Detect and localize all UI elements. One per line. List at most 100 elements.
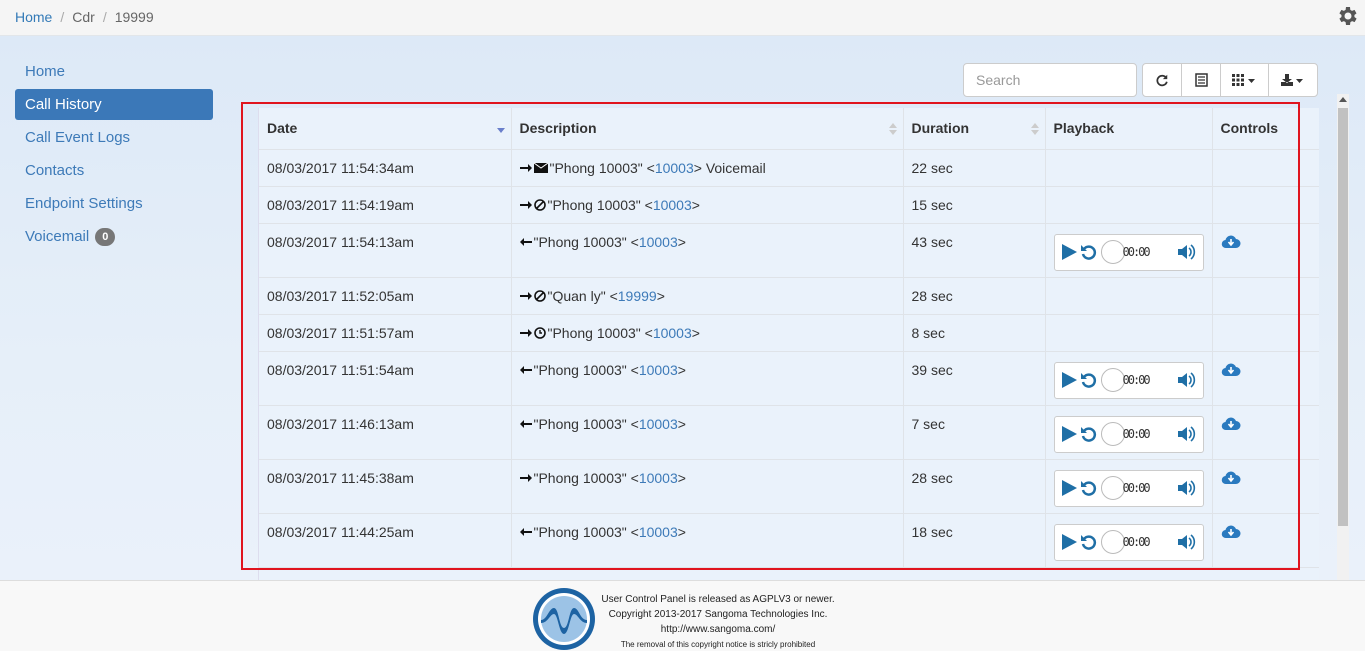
restart-icon[interactable] bbox=[1079, 370, 1099, 390]
gear-icon[interactable] bbox=[1335, 4, 1359, 28]
cell-playback bbox=[1045, 149, 1213, 187]
columns-grid-icon bbox=[1231, 74, 1255, 86]
extension-link[interactable]: 10003 bbox=[653, 197, 692, 213]
volume-icon[interactable] bbox=[1177, 243, 1197, 261]
scrollbar-thumb[interactable] bbox=[1338, 108, 1348, 526]
volume-icon[interactable] bbox=[1177, 371, 1197, 389]
seek-slider-handle[interactable] bbox=[1100, 368, 1125, 392]
restart-icon[interactable] bbox=[1079, 424, 1099, 444]
play-icon[interactable] bbox=[1059, 370, 1079, 390]
cloud-download-icon[interactable] bbox=[1221, 524, 1241, 540]
restart-icon[interactable] bbox=[1079, 242, 1099, 262]
cloud-download-icon[interactable] bbox=[1221, 234, 1241, 250]
cell-description: "Phong 10003" <10003 > bbox=[511, 223, 904, 278]
outbound-arrow-icon bbox=[519, 163, 532, 172]
seek-slider-handle[interactable] bbox=[1100, 422, 1125, 446]
cell-date: 08/03/2017 11:44:25am bbox=[259, 513, 512, 568]
extension-link[interactable]: 10003 bbox=[639, 470, 678, 486]
sidebar-item-contacts[interactable]: Contacts bbox=[15, 155, 213, 186]
seek-slider-handle[interactable] bbox=[1100, 476, 1125, 500]
cell-controls bbox=[1212, 149, 1319, 187]
seek-slider-handle[interactable] bbox=[1100, 530, 1125, 554]
column-header-playback: Playback bbox=[1045, 108, 1213, 150]
column-header-description[interactable]: Description bbox=[511, 108, 904, 150]
cell-duration: 43 sec bbox=[903, 223, 1046, 278]
export-button[interactable] bbox=[1268, 63, 1318, 97]
cell-controls bbox=[1212, 351, 1319, 406]
volume-icon[interactable] bbox=[1177, 533, 1197, 551]
inbound-arrow-icon bbox=[519, 237, 532, 246]
volume-icon[interactable] bbox=[1177, 479, 1197, 497]
sidebar-item-label: Call Event Logs bbox=[25, 129, 131, 146]
cloud-download-icon[interactable] bbox=[1221, 416, 1241, 432]
outbound-arrow-icon bbox=[519, 328, 532, 337]
columns-button[interactable] bbox=[1220, 63, 1269, 97]
sidebar-item-home[interactable]: Home bbox=[15, 56, 213, 87]
sangoma-logo bbox=[533, 588, 595, 650]
search-input[interactable] bbox=[963, 63, 1137, 97]
sidebar-item-label: Call History bbox=[25, 96, 102, 113]
cloud-download-icon[interactable] bbox=[1221, 362, 1241, 378]
outbound-arrow-icon bbox=[519, 291, 532, 300]
extension-link[interactable]: 10003 bbox=[653, 325, 692, 341]
restart-icon[interactable] bbox=[1079, 478, 1099, 498]
cell-controls bbox=[1212, 405, 1319, 460]
extension-link[interactable]: 10003 bbox=[639, 524, 678, 540]
toggle-view-button[interactable] bbox=[1181, 63, 1221, 97]
breadcrumb-home[interactable]: Home bbox=[15, 9, 52, 25]
extension-link[interactable]: 10003 bbox=[639, 416, 678, 432]
cell-playback bbox=[1045, 277, 1213, 315]
cell-playback bbox=[1045, 314, 1213, 352]
cell-controls bbox=[1212, 186, 1319, 224]
sort-desc-icon bbox=[496, 128, 505, 133]
cell-date: 08/03/2017 11:51:54am bbox=[259, 351, 512, 406]
play-icon[interactable] bbox=[1059, 532, 1079, 552]
cell-controls bbox=[1212, 314, 1319, 352]
cell-duration: 15 sec bbox=[903, 186, 1046, 224]
sidebar-item-voicemail[interactable]: Voicemail 0 bbox=[15, 221, 213, 252]
volume-icon[interactable] bbox=[1177, 425, 1197, 443]
extension-link[interactable]: 10003 bbox=[639, 234, 678, 250]
sidebar-item-call-history[interactable]: Call History bbox=[15, 89, 213, 120]
extension-link[interactable]: 10003 bbox=[639, 362, 678, 378]
inbound-arrow-icon bbox=[519, 527, 532, 536]
cell-controls bbox=[1212, 459, 1319, 514]
cell-date: 08/03/2017 11:45:38am bbox=[259, 459, 512, 514]
sidebar-item-call-event-logs[interactable]: Call Event Logs bbox=[15, 122, 213, 153]
cell-controls bbox=[1212, 277, 1319, 315]
outbound-arrow-icon bbox=[519, 473, 532, 482]
column-header-duration[interactable]: Duration bbox=[903, 108, 1046, 150]
table-row: 08/03/2017 11:52:05am "Quan ly" <19999 > … bbox=[259, 277, 1319, 315]
sidebar-item-endpoint-settings[interactable]: Endpoint Settings bbox=[15, 188, 213, 219]
playback-time: 00:00 bbox=[1122, 481, 1151, 495]
seek-slider-handle[interactable] bbox=[1100, 240, 1125, 264]
cell-duration: 18 sec bbox=[903, 513, 1046, 568]
playback-time: 00:00 bbox=[1122, 245, 1151, 259]
breadcrumb-separator: / bbox=[102, 9, 107, 25]
cell-description: "Phong 10003" <10003 > bbox=[511, 513, 904, 568]
table-row: 08/03/2017 11:45:38am "Phong 10003" <100… bbox=[259, 459, 1319, 514]
cloud-download-icon[interactable] bbox=[1221, 470, 1241, 486]
ban-icon bbox=[533, 289, 546, 302]
play-icon[interactable] bbox=[1059, 424, 1079, 444]
cell-playback: 00:00 bbox=[1045, 513, 1213, 568]
call-history-table: Date Description Duration Playback Contr… bbox=[258, 108, 1319, 580]
breadcrumb-cdr[interactable]: Cdr bbox=[72, 9, 95, 25]
column-header-date[interactable]: Date bbox=[259, 108, 512, 150]
sidebar-item-label: Home bbox=[25, 63, 66, 80]
extension-link[interactable]: 10003 bbox=[655, 160, 694, 176]
cell-duration: 39 sec bbox=[903, 351, 1046, 406]
refresh-button[interactable] bbox=[1142, 63, 1182, 97]
extension-link[interactable]: 19999 bbox=[618, 288, 657, 304]
audio-player: 00:00 bbox=[1053, 361, 1204, 399]
page-scrollbar[interactable] bbox=[1337, 94, 1349, 580]
audio-player: 00:00 bbox=[1053, 415, 1204, 453]
scroll-up-arrow[interactable] bbox=[1339, 97, 1347, 102]
cell-date: 08/03/2017 11:54:19am bbox=[259, 186, 512, 224]
cell-date: 08/03/2017 11:51:57am bbox=[259, 314, 512, 352]
audio-player: 00:00 bbox=[1053, 523, 1204, 561]
restart-icon[interactable] bbox=[1079, 532, 1099, 552]
cell-description: "Phong 10003" <10003 > bbox=[511, 186, 904, 224]
play-icon[interactable] bbox=[1059, 478, 1079, 498]
play-icon[interactable] bbox=[1059, 242, 1079, 262]
